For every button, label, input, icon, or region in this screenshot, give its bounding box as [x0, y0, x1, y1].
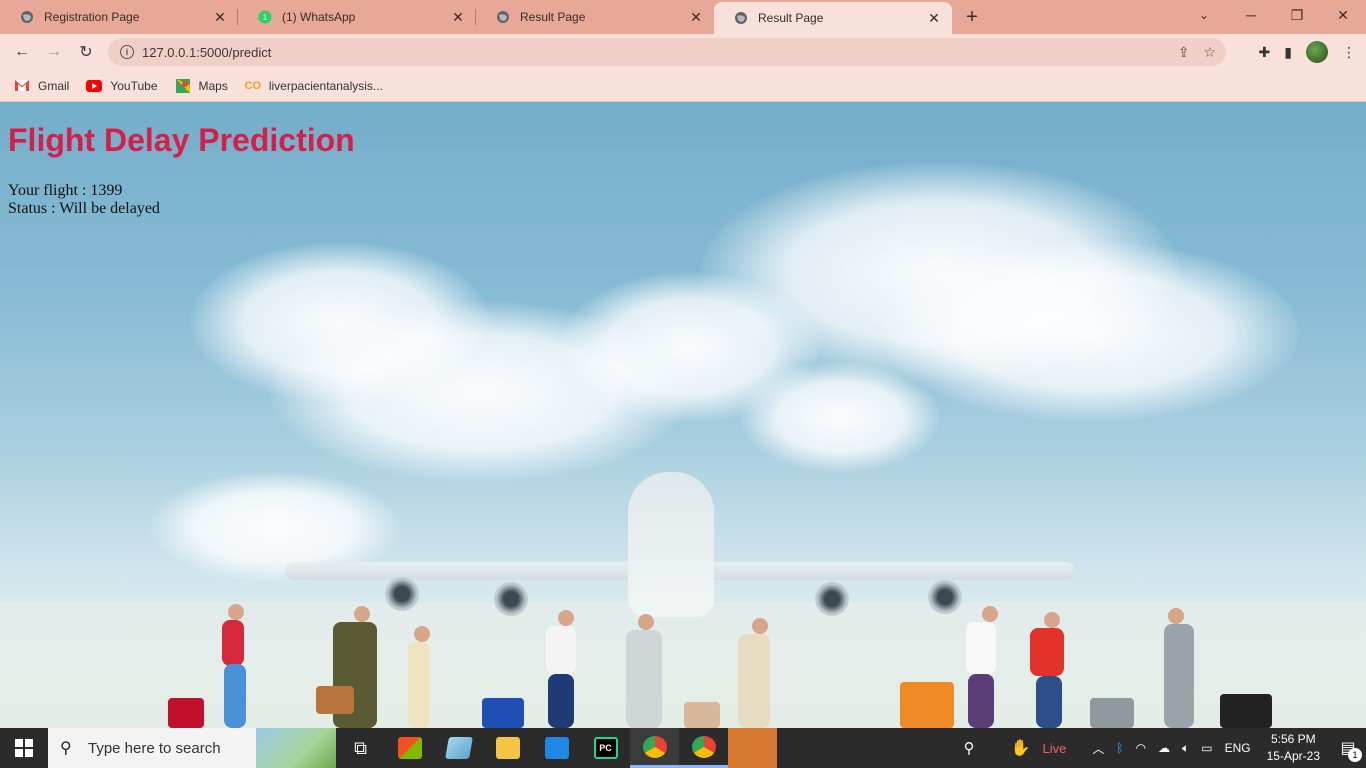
live-icon[interactable]: ✋ — [1011, 738, 1031, 758]
bookmarks-bar: Gmail YouTube Maps CO liverpacientanalys… — [0, 70, 1366, 102]
bookmark-gmail[interactable]: Gmail — [14, 79, 69, 93]
close-tab-icon[interactable]: ✕ — [450, 9, 466, 25]
co-icon: CO — [244, 79, 262, 92]
microsoft-store-icon[interactable] — [385, 728, 434, 768]
page-content: Flight Delay Prediction Your flight : 13… — [0, 102, 1366, 728]
share-icon[interactable]: ⇪ — [1178, 44, 1190, 61]
notification-center-icon[interactable]: ▤ 1 — [1330, 728, 1366, 768]
chrome-icon[interactable] — [630, 728, 679, 768]
tab-result-page-active[interactable]: Result Page ✕ — [714, 2, 952, 34]
clock-time: 5:56 PM — [1270, 732, 1316, 746]
side-panel-icon[interactable]: ▮ — [1284, 44, 1292, 61]
bookmark-maps[interactable]: Maps — [175, 78, 228, 93]
close-window-button[interactable]: ✕ — [1320, 0, 1366, 30]
bookmark-liverpacientanalysis[interactable]: CO liverpacientanalysis... — [245, 79, 383, 93]
volume-icon[interactable]: 🔈︎ — [1182, 741, 1189, 756]
chrome-profile-icon[interactable] — [679, 728, 728, 768]
menu-kebab-icon[interactable]: ⋮ — [1342, 44, 1356, 61]
close-tab-icon[interactable]: ✕ — [688, 9, 704, 25]
back-arrow-icon[interactable]: ← — [6, 36, 38, 68]
tab-registration-page[interactable]: Registration Page ✕ — [0, 0, 238, 34]
tab-whatsapp[interactable]: 1 (1) WhatsApp ✕ — [238, 0, 476, 34]
browser-toolbar: ← → ↻ i 127.0.0.1:5000/predict ⇪ ☆ ✚ ▮ ⋮ — [0, 34, 1366, 70]
clock-date: 15-Apr-23 — [1266, 749, 1320, 763]
battery-icon[interactable]: ▭ — [1201, 741, 1212, 755]
onedrive-icon[interactable]: ☁ — [1158, 741, 1170, 755]
youtube-icon — [86, 79, 103, 93]
people-icon[interactable]: ⚲ — [964, 739, 975, 757]
restore-button[interactable]: ❐ — [1274, 0, 1320, 30]
live-label[interactable]: Live — [1043, 741, 1067, 756]
new-tab-button[interactable]: + — [952, 0, 992, 34]
reload-icon[interactable]: ↻ — [70, 36, 102, 68]
taskbar-search-box[interactable]: ⚲ Type here to search — [48, 728, 336, 768]
close-tab-icon[interactable]: ✕ — [926, 10, 942, 26]
search-highlight-image — [256, 728, 336, 768]
address-bar[interactable]: i 127.0.0.1:5000/predict ⇪ ☆ — [108, 38, 1226, 66]
globe-icon — [20, 10, 34, 24]
system-tray: ⚲ ✋ Live ︿ ᛒ ◠ ☁ 🔈︎ ▭ ENG 5:56 PM 15-Apr… — [958, 728, 1366, 768]
profile-avatar[interactable] — [1306, 41, 1328, 63]
search-icon: ⚲ — [60, 740, 72, 757]
url-text: 127.0.0.1:5000/predict — [142, 44, 272, 60]
site-info-icon[interactable]: i — [120, 45, 134, 59]
wifi-icon[interactable]: ◠ — [1136, 741, 1146, 755]
windows-taskbar: ⚲ Type here to search ⧉ PC ⚲ ✋ Live ︿ ᛒ … — [0, 728, 1366, 768]
delay-status-line: Status : Will be delayed — [8, 200, 160, 217]
tab-title: Registration Page — [44, 10, 140, 24]
bookmark-label: YouTube — [110, 78, 158, 93]
bookmark-youtube[interactable]: YouTube — [86, 78, 158, 93]
page-title: Flight Delay Prediction — [8, 122, 355, 158]
tab-title: Result Page — [758, 11, 824, 25]
bookmark-label: liverpacientanalysis... — [268, 78, 383, 93]
minimize-button[interactable]: ─ — [1228, 0, 1274, 30]
tab-strip: Registration Page ✕ 1 (1) WhatsApp ✕ Res… — [0, 0, 1366, 34]
bookmark-label: Gmail — [38, 78, 70, 93]
pycharm-icon[interactable]: PC — [581, 728, 630, 768]
tab-result-page[interactable]: Result Page ✕ — [476, 0, 714, 34]
maps-icon — [175, 78, 191, 93]
bookmark-star-icon[interactable]: ☆ — [1203, 44, 1216, 61]
tab-title: Result Page — [520, 10, 586, 24]
tab-title: (1) WhatsApp — [282, 10, 356, 24]
close-tab-icon[interactable]: ✕ — [212, 9, 228, 25]
start-button[interactable] — [0, 728, 48, 768]
mail-icon[interactable] — [532, 728, 581, 768]
file-explorer-icon[interactable] — [483, 728, 532, 768]
globe-icon — [496, 10, 510, 24]
prediction-result: Your flight : 1399 Status : Will be dela… — [8, 182, 160, 218]
orange-app-icon[interactable] — [728, 728, 777, 768]
gmail-icon — [14, 79, 30, 93]
forward-arrow-icon[interactable]: → — [38, 36, 70, 68]
extensions-puzzle-icon[interactable]: ✚ — [1259, 44, 1271, 61]
tab-search-chevron-icon[interactable]: ⌄ — [1192, 0, 1216, 30]
bookmark-label: Maps — [198, 78, 228, 93]
notification-count: 1 — [1348, 748, 1362, 762]
globe-icon — [734, 11, 748, 25]
bluetooth-icon[interactable]: ᛒ — [1116, 741, 1123, 755]
windows-logo-icon — [15, 739, 33, 757]
svg-text:1: 1 — [263, 13, 268, 22]
clock[interactable]: 5:56 PM 15-Apr-23 — [1267, 731, 1320, 765]
chevron-up-icon[interactable]: ︿ — [1092, 740, 1104, 757]
language-indicator[interactable]: ENG — [1225, 741, 1251, 755]
whatsapp-icon: 1 — [258, 10, 272, 24]
task-view-icon[interactable]: ⧉ — [336, 728, 385, 768]
search-placeholder: Type here to search — [88, 739, 221, 757]
window-controls: ─ ❐ ✕ — [1228, 0, 1366, 34]
app-icon[interactable] — [434, 728, 483, 768]
flight-number-line: Your flight : 1399 — [8, 182, 123, 199]
